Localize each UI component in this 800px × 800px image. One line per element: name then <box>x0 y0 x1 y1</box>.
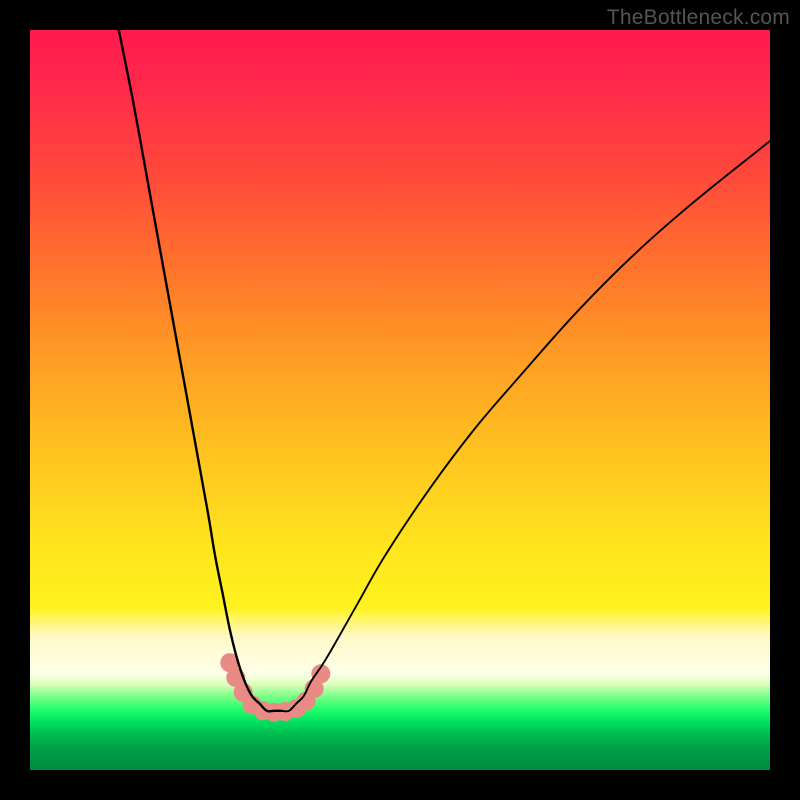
chart-frame: TheBottleneck.com <box>0 0 800 800</box>
plot-area <box>30 30 770 770</box>
watermark-text: TheBottleneck.com <box>607 6 790 30</box>
left-curve <box>119 30 282 711</box>
curves-layer <box>30 30 770 770</box>
right-curve <box>282 141 770 711</box>
